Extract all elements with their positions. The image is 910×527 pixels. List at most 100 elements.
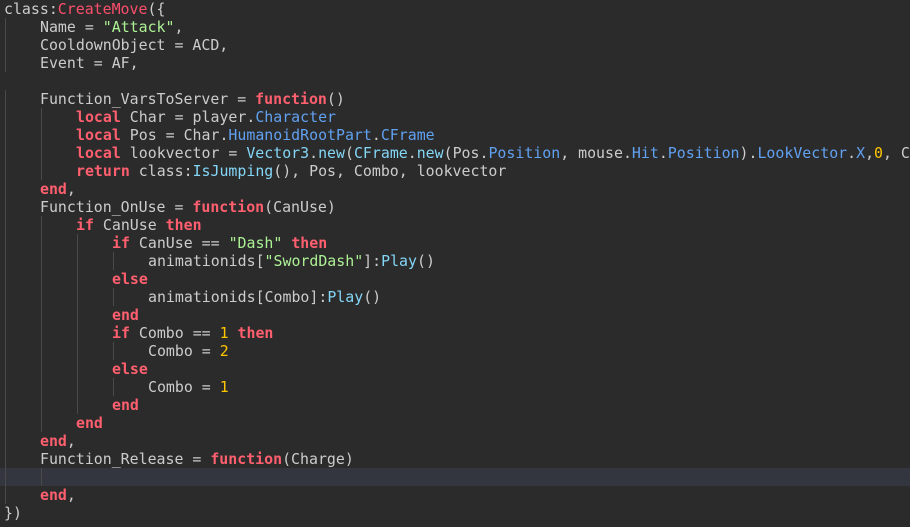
code-content: animationids[Combo]:Play() [148,288,381,306]
indent-guide [5,18,6,36]
code-line[interactable]: class:CreateMove({ [0,0,910,18]
indent-guide [5,54,6,72]
indent-guide [5,432,6,450]
code-content: else [112,270,148,288]
builtin-name: IsJumping [192,162,274,180]
keyword: if [76,216,94,234]
code-content: local Pos = Char.HumanoidRootPart.CFrame [76,126,435,144]
code-text: lookvector = [120,144,247,162]
indent-guide [41,108,42,126]
keyword: then [237,324,274,342]
indent-guide [113,252,114,270]
code-content: Name = "Attack", [40,18,183,36]
code-line[interactable]: local lookvector = Vector3.new(CFrame.ne… [0,144,910,162]
indent-guide [5,180,6,198]
code-line[interactable]: local Pos = Char.HumanoidRootPart.CFrame [0,126,910,144]
indent-guide [5,288,6,306]
code-content: return class:IsJumping(), Pos, Combo, lo… [76,162,506,180]
code-line[interactable]: if CanUse == "Dash" then [0,234,910,252]
indent-guide [5,342,6,360]
property-name: Character [255,108,336,126]
code-line[interactable]: end [0,396,910,414]
code-text: (), Pos, Combo, lookvector [273,162,507,180]
indent-guide [41,360,42,378]
code-line[interactable]: if CanUse then [0,216,910,234]
code-text: Name = [40,18,103,36]
code-text: () [363,288,382,306]
code-line[interactable]: animationids[Combo]:Play() [0,288,910,306]
code-line[interactable]: Function_VarsToServer = function() [0,90,910,108]
code-line[interactable]: else [0,270,910,288]
code-line[interactable]: local Char = player.Character [0,108,910,126]
keyword: end [76,414,103,432]
code-line[interactable]: Name = "Attack", [0,18,910,36]
code-content: end [112,396,139,414]
code-line[interactable]: Combo = 1 [0,378,910,396]
string-literal: "Attack" [102,18,175,36]
code-text: Combo = [148,378,220,396]
indent-guide [41,216,42,234]
code-line[interactable]: end [0,306,910,324]
keyword: local [76,108,121,126]
code-text: . [309,144,319,162]
code-line[interactable]: Function_Release = function(Charge) [0,450,910,468]
indent-guide [41,252,42,270]
code-line[interactable]: else [0,360,910,378]
indent-guide [5,414,6,432]
keyword: function [255,90,327,108]
code-content: Combo = 2 [148,342,229,360]
indent-guide [41,234,42,252]
indent-guide [77,306,78,324]
code-text: () [416,252,435,270]
indent-guide [5,468,6,486]
code-line[interactable] [0,72,910,90]
code-line[interactable]: Combo = 2 [0,342,910,360]
code-line[interactable]: end, [0,432,910,450]
code-line[interactable]: Function_OnUse = function(CanUse) [0,198,910,216]
code-line[interactable]: animationids["SwordDash"]:Play() [0,252,910,270]
code-content: Function_OnUse = function(CanUse) [40,198,336,216]
code-line[interactable]: CooldownObject = ACD, [0,36,910,54]
code-text: Function_OnUse = [40,198,193,216]
code-text: (Charge) [282,450,354,468]
code-line[interactable]: return class:IsJumping(), Pos, Combo, lo… [0,162,910,180]
code-line[interactable]: Event = AF, [0,54,910,72]
code-line[interactable]: end, [0,180,910,198]
indent-guide [77,378,78,396]
code-content: local lookvector = Vector3.new(CFrame.ne… [76,144,910,162]
indent-guide [77,252,78,270]
indent-guide [77,396,78,414]
indent-guide [41,468,42,486]
indent-guide [77,234,78,252]
keyword: if [112,234,130,252]
code-text: Combo == [129,324,220,342]
property-name: X [856,144,866,162]
indent-guide [77,342,78,360]
indent-guide [41,144,42,162]
keyword: local [76,144,121,162]
code-text: . [847,144,857,162]
code-content: Function_VarsToServer = function() [40,90,345,108]
indent-guide [41,414,42,432]
code-text: }) [4,504,22,522]
code-content: Function_Release = function(Charge) [40,450,354,468]
code-content: local Char = player.Character [76,108,336,126]
indent-guide [41,306,42,324]
code-content: CooldownObject = ACD, [40,36,228,54]
code-editor[interactable]: class:CreateMove({Name = "Attack", Cooldo… [0,0,910,527]
number-literal: 2 [219,342,229,360]
code-content: animationids["SwordDash"]:Play() [148,252,435,270]
indent-guide [5,252,6,270]
builtin-name: new [416,144,444,162]
keyword: function [192,198,265,216]
indent-guide [41,288,42,306]
code-line[interactable]: end, [0,486,910,504]
indent-guide [77,288,78,306]
current-code-line[interactable] [0,468,910,486]
code-line[interactable]: if Combo == 1 then [0,324,910,342]
indent-guide [5,378,6,396]
code-line[interactable]: end [0,414,910,432]
keyword: else [112,270,148,288]
code-line[interactable]: }) [0,504,910,522]
